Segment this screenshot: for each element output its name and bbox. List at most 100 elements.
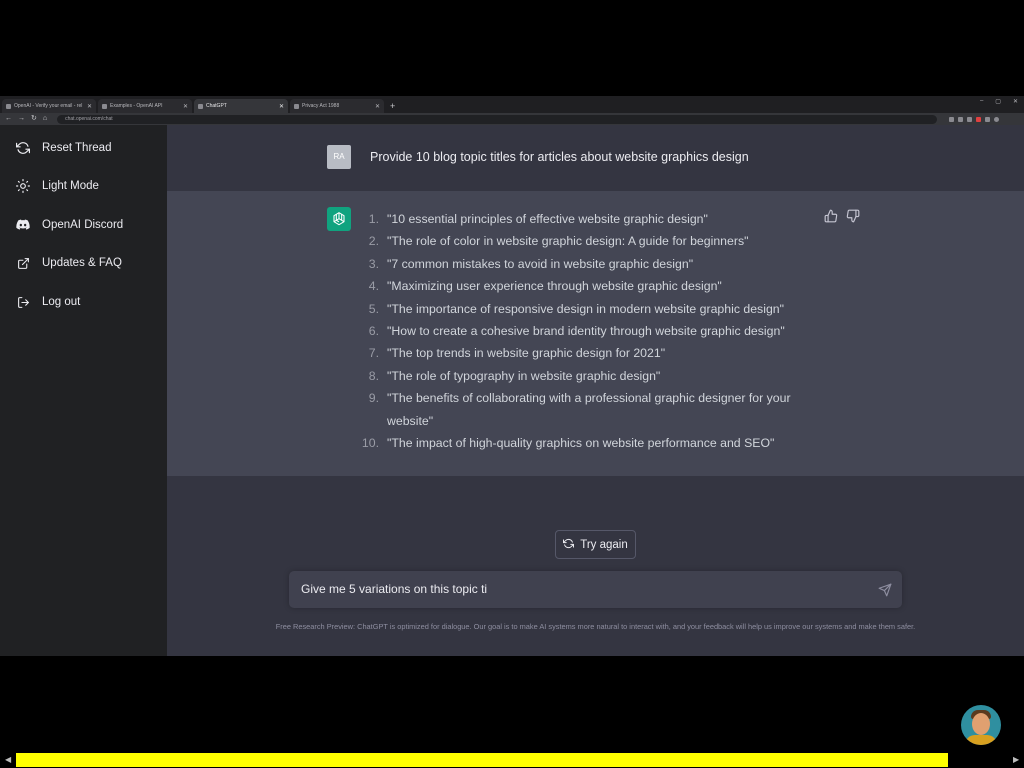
- browser-tab[interactable]: Privacy Act 1988 ✕: [290, 99, 384, 113]
- message-input[interactable]: [301, 582, 861, 596]
- list-item: 9. "The benefits of collaborating with a …: [357, 387, 817, 432]
- list-item: 7. "The top trends in website graphic des…: [357, 342, 817, 364]
- sidebar-item-label: Reset Thread: [42, 142, 112, 154]
- sidebar-item-log-out[interactable]: Log out: [0, 287, 167, 317]
- sidebar-item-openai-discord[interactable]: OpenAI Discord: [0, 210, 167, 240]
- assistant-answer-list: 1. "10 essential principles of effective …: [357, 208, 817, 454]
- list-item: 5. "The importance of responsive design i…: [357, 298, 817, 320]
- list-number: 3.: [368, 256, 379, 271]
- send-icon[interactable]: [878, 583, 892, 597]
- list-number: 1.: [368, 212, 379, 226]
- try-again-button[interactable]: Try again: [555, 530, 636, 559]
- favicon-icon: [102, 103, 107, 109]
- list-item: 4. "Maximizing user experience through we…: [357, 275, 817, 297]
- openai-logo-icon: [327, 207, 351, 231]
- user-message-row: RA Provide 10 blog topic titles for arti…: [167, 125, 1024, 191]
- browser-tab[interactable]: OpenAI - Verify your email - rel ✕: [2, 99, 96, 113]
- screen-recording-frame: OpenAI - Verify your email - rel ✕ Exampl…: [0, 96, 1024, 656]
- close-tab-icon[interactable]: ✕: [87, 103, 92, 110]
- extension-icon[interactable]: [985, 116, 991, 122]
- seek-back-icon[interactable]: ◀: [5, 755, 11, 764]
- chat-main: RA Provide 10 blog topic titles for arti…: [167, 125, 1024, 656]
- refresh-icon: [16, 141, 30, 155]
- video-progress-bar[interactable]: [16, 753, 1008, 767]
- extensions-area: [949, 116, 1000, 122]
- list-item: 2. "The role of color in website graphic …: [357, 230, 817, 252]
- sidebar-item-label: Updates & FAQ: [42, 257, 122, 269]
- tab-title: Examples - OpenAI API: [110, 103, 163, 109]
- new-tab-button[interactable]: +: [390, 99, 395, 113]
- list-number: 10.: [361, 436, 379, 451]
- list-number: 9.: [368, 391, 379, 406]
- list-item: 1. "10 essential principles of effective …: [357, 208, 817, 230]
- tab-title: ChatGPT: [206, 103, 227, 109]
- logout-icon: [16, 295, 30, 309]
- reload-icon[interactable]: ↻: [31, 113, 37, 125]
- list-item-text: "The importance of responsive design in …: [387, 301, 784, 316]
- sun-icon: [16, 179, 30, 193]
- message-composer: [289, 571, 902, 608]
- list-item-text: "10 essential principles of effective we…: [387, 212, 708, 226]
- feedback-buttons: [824, 209, 860, 223]
- avatar: RA: [327, 145, 351, 169]
- close-window-icon[interactable]: ✕: [1013, 98, 1018, 105]
- refresh-icon: [563, 538, 575, 552]
- browser-toolbar: ← → ↻ ⌂ chat.openai.com/chat: [0, 113, 1024, 125]
- list-number: 7.: [368, 346, 379, 361]
- list-item-text: "Maximizing user experience through webs…: [387, 279, 722, 294]
- sidebar-item-light-mode[interactable]: Light Mode: [0, 171, 167, 201]
- favicon-icon: [198, 103, 203, 109]
- thumbs-down-icon[interactable]: [846, 209, 860, 223]
- discord-icon: [16, 218, 30, 232]
- list-item-text: "The role of typography in website graph…: [387, 368, 661, 383]
- sidebar-item-label: OpenAI Discord: [42, 219, 124, 231]
- browser-tab[interactable]: Examples - OpenAI API ✕: [98, 99, 192, 113]
- close-tab-icon[interactable]: ✕: [183, 103, 188, 110]
- window-controls: – ▢ ✕: [980, 98, 1018, 105]
- seek-forward-icon[interactable]: ▶: [1013, 755, 1019, 764]
- list-number: 6.: [368, 324, 379, 339]
- external-link-icon: [16, 256, 30, 270]
- tab-title: Privacy Act 1988: [302, 103, 340, 109]
- sidebar-item-reset-thread[interactable]: Reset Thread: [0, 133, 167, 163]
- list-number: 5.: [368, 301, 379, 316]
- list-item-text: "7 common mistakes to avoid in website g…: [387, 256, 694, 271]
- tab-title: OpenAI - Verify your email - rel: [14, 103, 83, 109]
- assistant-message-row: 1. "10 essential principles of effective …: [167, 191, 1024, 476]
- thumbs-up-icon[interactable]: [824, 209, 838, 223]
- minimize-icon[interactable]: –: [980, 98, 983, 105]
- extension-icon[interactable]: [967, 116, 973, 122]
- browser-tab-active[interactable]: ChatGPT ✕: [194, 99, 288, 113]
- back-icon[interactable]: ←: [5, 113, 12, 125]
- home-icon[interactable]: ⌂: [43, 113, 47, 125]
- list-item-text: "The role of color in website graphic de…: [387, 234, 749, 249]
- list-number: 2.: [368, 234, 379, 249]
- close-tab-icon[interactable]: ✕: [375, 103, 380, 110]
- forward-icon[interactable]: →: [18, 113, 25, 125]
- address-bar[interactable]: chat.openai.com/chat: [57, 114, 938, 124]
- sidebar: Reset Thread Light Mode OpenAI Discord U…: [0, 125, 167, 656]
- favicon-icon: [6, 103, 11, 109]
- list-number: 8.: [368, 368, 379, 383]
- sidebar-item-label: Log out: [42, 296, 81, 308]
- user-message: Provide 10 blog topic titles for article…: [370, 150, 749, 164]
- video-progress-fill: [16, 753, 949, 767]
- list-item-text: "The impact of high-quality graphics on …: [387, 436, 775, 451]
- sidebar-item-updates-faq[interactable]: Updates & FAQ: [0, 248, 167, 278]
- extension-icon[interactable]: [976, 116, 982, 122]
- profile-icon[interactable]: [994, 116, 1000, 122]
- extension-icon[interactable]: [958, 116, 964, 122]
- maximize-icon[interactable]: ▢: [995, 98, 1001, 105]
- extension-icon[interactable]: [949, 116, 955, 122]
- sidebar-item-label: Light Mode: [42, 180, 99, 192]
- favicon-icon: [294, 103, 299, 109]
- list-item: 6. "How to create a cohesive brand identi…: [357, 320, 817, 342]
- list-item-text: "How to create a cohesive brand identity…: [387, 324, 785, 339]
- browser-tab-bar: OpenAI - Verify your email - rel ✕ Exampl…: [0, 96, 1024, 113]
- close-tab-icon[interactable]: ✕: [279, 103, 284, 110]
- list-item: 10. "The impact of high-quality graphics …: [357, 432, 817, 454]
- disclaimer-text: Free Research Preview: ChatGPT is optimi…: [275, 622, 916, 631]
- presenter-avatar: [961, 705, 1001, 745]
- list-item: 3. "7 common mistakes to avoid in website…: [357, 253, 817, 275]
- try-again-label: Try again: [580, 538, 628, 551]
